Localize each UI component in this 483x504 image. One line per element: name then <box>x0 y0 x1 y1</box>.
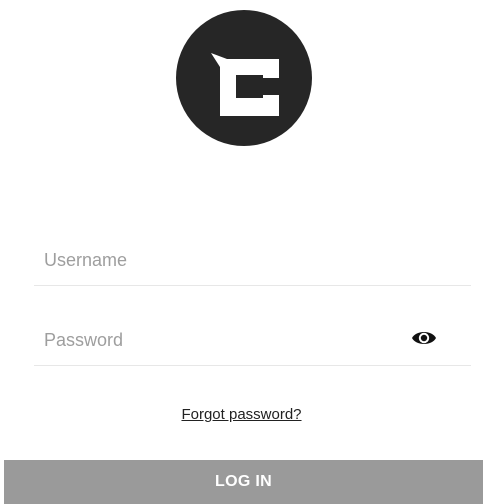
forgot-password-link[interactable]: Forgot password? <box>181 406 301 423</box>
username-input[interactable] <box>44 242 394 278</box>
brand-logo-icon <box>176 10 312 146</box>
password-input[interactable] <box>44 322 394 358</box>
eye-icon[interactable] <box>410 327 438 349</box>
forgot-password-row: Forgot password? <box>0 405 483 425</box>
login-button[interactable]: LOG IN <box>4 460 483 504</box>
username-field <box>34 238 471 286</box>
login-page: Forgot password? LOG IN <box>0 0 483 504</box>
password-field <box>34 318 471 366</box>
